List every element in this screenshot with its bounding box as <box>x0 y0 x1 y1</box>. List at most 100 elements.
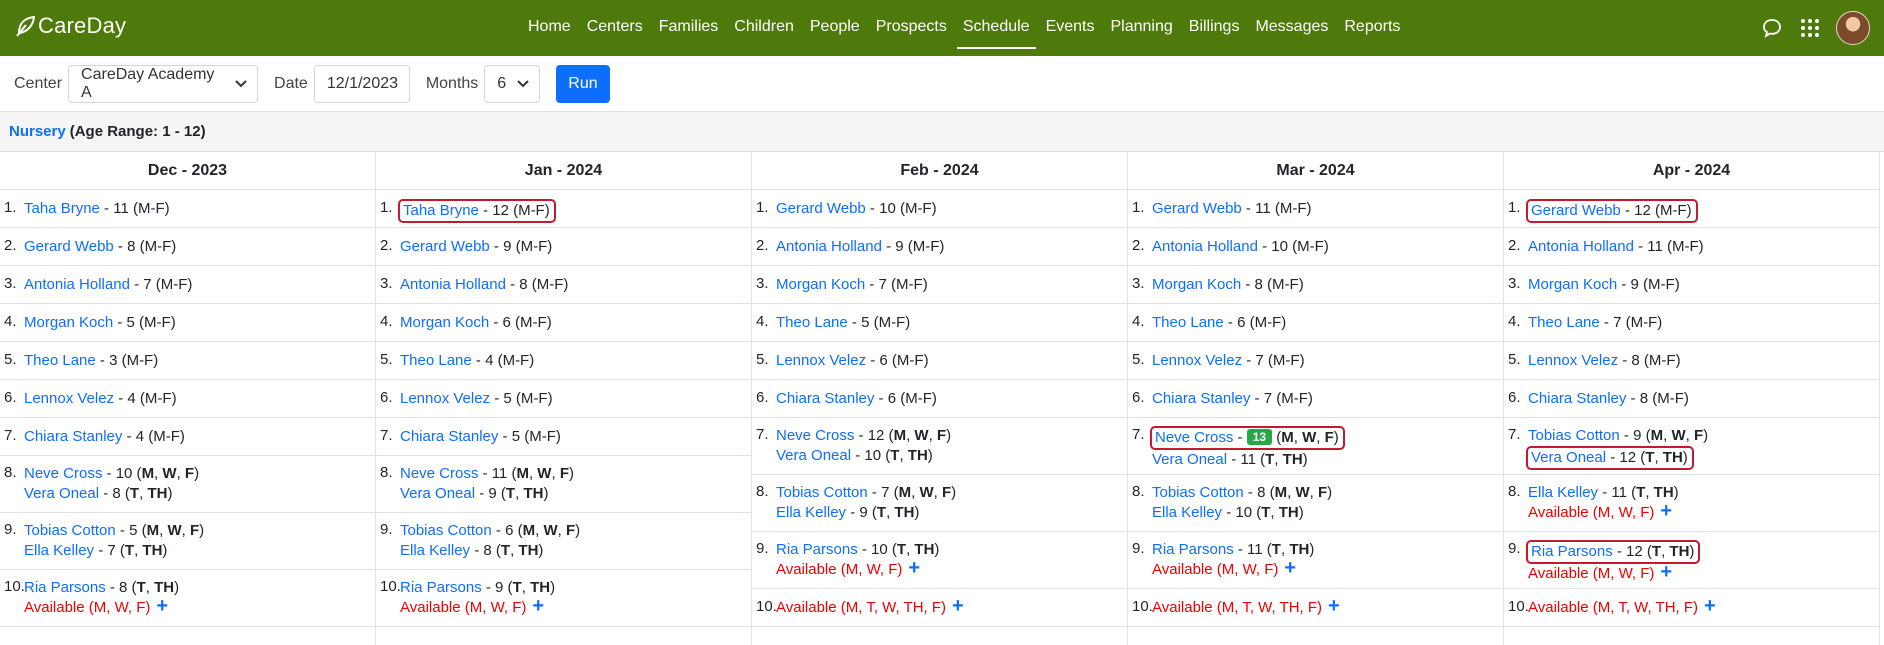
child-name-link[interactable]: Antonia Holland <box>24 276 130 293</box>
child-name-link[interactable]: Tobias Cotton <box>1528 427 1620 444</box>
apps-grid-icon[interactable] <box>1798 16 1822 40</box>
child-name-link[interactable]: Ella Kelley <box>1528 484 1598 501</box>
center-select[interactable]: CareDay Academy A <box>68 64 259 103</box>
child-name-link[interactable]: Vera Oneal <box>400 485 475 502</box>
child-name-link[interactable]: Ria Parsons <box>776 541 858 558</box>
child-name-link[interactable]: Morgan Koch <box>1152 276 1241 293</box>
nav-home[interactable]: Home <box>520 0 579 56</box>
child-name-link[interactable]: Lennox Velez <box>1152 352 1242 369</box>
add-plus-icon[interactable]: + <box>1660 500 1672 522</box>
add-plus-icon[interactable]: + <box>1328 595 1340 617</box>
child-name-link[interactable]: Chiara Stanley <box>776 390 874 407</box>
day-code: TH <box>1653 484 1674 501</box>
child-name-link[interactable]: Gerard Webb <box>24 238 114 255</box>
available-slot: Available (M, T, W, TH, F) + <box>1152 595 1340 618</box>
day-separator: , <box>1316 429 1325 446</box>
child-name-link[interactable]: Ria Parsons <box>1531 543 1613 560</box>
child-name-link[interactable]: Chiara Stanley <box>400 428 498 445</box>
child-name-link[interactable]: Gerard Webb <box>776 200 866 217</box>
nav-billings[interactable]: Billings <box>1181 0 1248 56</box>
child-name-link[interactable]: Tobias Cotton <box>776 484 868 501</box>
child-name-link[interactable]: Neve Cross <box>776 427 854 444</box>
child-name-link[interactable]: Chiara Stanley <box>1152 390 1250 407</box>
nav-people[interactable]: People <box>802 0 868 56</box>
nav-children[interactable]: Children <box>726 0 802 56</box>
child-name-link[interactable]: Gerard Webb <box>1152 200 1242 217</box>
child-name-link[interactable]: Ella Kelley <box>776 504 846 521</box>
nav-messages[interactable]: Messages <box>1247 0 1336 56</box>
date-input[interactable]: 12/1/2023 <box>313 64 410 103</box>
child-name-link[interactable]: Tobias Cotton <box>1152 484 1244 501</box>
slot-row: 2. Gerard Webb - 9 (M-F) <box>376 228 751 266</box>
separator: - <box>857 541 872 558</box>
child-name-link[interactable]: Ella Kelley <box>1152 504 1222 521</box>
nav-planning[interactable]: Planning <box>1102 0 1180 56</box>
child-name-link[interactable]: Tobias Cotton <box>400 522 492 539</box>
add-plus-icon[interactable]: + <box>908 557 920 579</box>
child-name-link[interactable]: Lennox Velez <box>1528 352 1618 369</box>
child-name-link[interactable]: Theo Lane <box>400 352 472 369</box>
add-plus-icon[interactable]: + <box>156 595 168 617</box>
child-name-link[interactable]: Morgan Koch <box>400 314 489 331</box>
child-name-link[interactable]: Ria Parsons <box>24 579 106 596</box>
child-name-link[interactable]: Lennox Velez <box>400 390 490 407</box>
room-link[interactable]: Nursery <box>9 123 66 140</box>
add-plus-icon[interactable]: + <box>1704 595 1716 617</box>
child-name-link[interactable]: Antonia Holland <box>776 238 882 255</box>
child-name-link[interactable]: Theo Lane <box>776 314 848 331</box>
child-name-link[interactable]: Lennox Velez <box>24 390 114 407</box>
add-plus-icon[interactable]: + <box>532 595 544 617</box>
child-name-link[interactable]: Chiara Stanley <box>1528 390 1626 407</box>
child-name-link[interactable]: Theo Lane <box>24 352 96 369</box>
child-name-link[interactable]: Vera Oneal <box>1152 451 1227 468</box>
nav-families[interactable]: Families <box>651 0 727 56</box>
child-name-link[interactable]: Antonia Holland <box>400 276 506 293</box>
brand-logo[interactable]: CareDay <box>16 13 126 39</box>
child-name-link[interactable]: Vera Oneal <box>1531 449 1606 466</box>
add-plus-icon[interactable]: + <box>952 595 964 617</box>
child-name-link[interactable]: Vera Oneal <box>24 485 99 502</box>
child-name-link[interactable]: Lennox Velez <box>776 352 866 369</box>
child-name-link[interactable]: Theo Lane <box>1152 314 1224 331</box>
child-age: 12 <box>1619 449 1637 466</box>
months-select[interactable]: 6 <box>484 64 541 103</box>
child-entry: Vera Oneal - 12 (T, TH) <box>1526 446 1694 470</box>
child-name-link[interactable]: Taha Bryne <box>403 202 479 219</box>
child-name-link[interactable]: Chiara Stanley <box>24 428 122 445</box>
child-name-link[interactable]: Tobias Cotton <box>24 522 116 539</box>
user-avatar[interactable] <box>1836 11 1870 45</box>
child-name-link[interactable]: Neve Cross <box>400 465 478 482</box>
child-name-link[interactable]: Ella Kelley <box>400 542 470 559</box>
age-schedule: - 6 (M-F) <box>874 390 937 407</box>
child-name-link[interactable]: Neve Cross <box>1155 429 1233 446</box>
add-plus-icon[interactable]: + <box>1660 561 1672 583</box>
child-name-link[interactable]: Morgan Koch <box>776 276 865 293</box>
chat-icon[interactable] <box>1760 16 1784 40</box>
child-entry: Neve Cross - 13 (M, W, F) <box>1150 426 1345 450</box>
run-button[interactable]: Run <box>556 64 610 103</box>
nav-centers[interactable]: Centers <box>579 0 651 56</box>
child-name-link[interactable]: Gerard Webb <box>400 238 490 255</box>
child-name-link[interactable]: Theo Lane <box>1528 314 1600 331</box>
nav-reports[interactable]: Reports <box>1336 0 1408 56</box>
child-name-link[interactable]: Antonia Holland <box>1152 238 1258 255</box>
child-name-link[interactable]: Ria Parsons <box>400 579 482 596</box>
slot-line: Ella Kelley - 11 (T, TH) <box>1528 483 1679 503</box>
available-slot: Available (M, T, W, TH, F) + <box>1528 595 1716 618</box>
nav-schedule[interactable]: Schedule <box>955 0 1038 56</box>
nav-events[interactable]: Events <box>1038 0 1103 56</box>
paren-open: ( <box>1641 427 1651 444</box>
child-name-link[interactable]: Vera Oneal <box>776 447 851 464</box>
nav-prospects[interactable]: Prospects <box>868 0 955 56</box>
child-name-link[interactable]: Morgan Koch <box>24 314 113 331</box>
main-nav: Home Centers Families Children People Pr… <box>520 0 1408 56</box>
add-plus-icon[interactable]: + <box>1284 557 1296 579</box>
child-name-link[interactable]: Morgan Koch <box>1528 276 1617 293</box>
child-name-link[interactable]: Ella Kelley <box>24 542 94 559</box>
child-name-link[interactable]: Gerard Webb <box>1531 202 1621 219</box>
child-name-link[interactable]: Taha Bryne <box>24 200 100 217</box>
child-name-link[interactable]: Antonia Holland <box>1528 238 1634 255</box>
child-name-link[interactable]: Ria Parsons <box>1152 541 1234 558</box>
slot-entries: Lennox Velez - 4 (M-F) <box>24 389 177 409</box>
child-name-link[interactable]: Neve Cross <box>24 465 102 482</box>
